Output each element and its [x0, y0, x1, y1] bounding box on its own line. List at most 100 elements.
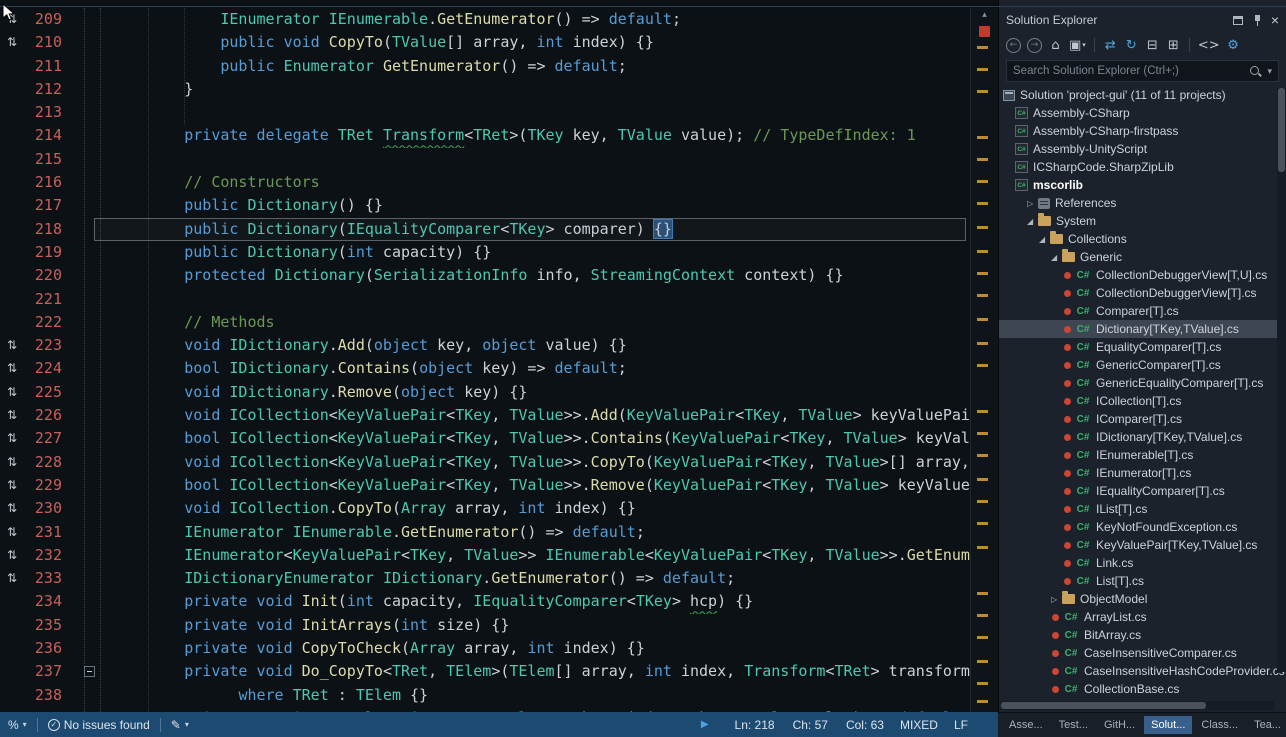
tree-item[interactable]: C#IEnumerator[T].cs	[999, 464, 1286, 482]
code-line[interactable]: 215	[0, 148, 970, 171]
code-line[interactable]: ⇅223 void IDictionary.Add(object key, ob…	[0, 334, 970, 357]
line-number[interactable]: 238	[24, 684, 72, 707]
tree-item[interactable]: C#IComparer[T].cs	[999, 410, 1286, 428]
line-number[interactable]: 232	[24, 544, 72, 567]
show-all-files-button[interactable]: ⊞	[1166, 37, 1181, 53]
tree-item[interactable]: C#Dictionary[TKey,TValue].cs	[999, 320, 1286, 338]
code-line[interactable]: ⇅209 IEnumerator IEnumerable.GetEnumerat…	[0, 8, 970, 31]
chevron-expanded-icon[interactable]: ◢	[1051, 253, 1062, 262]
tree-item[interactable]: ▷ObjectModel	[999, 590, 1286, 608]
column-indicator[interactable]: Col: 63	[846, 718, 884, 732]
line-number[interactable]: 228	[24, 451, 72, 474]
line-number[interactable]: 236	[24, 637, 72, 660]
character-indicator[interactable]: Ch: 57	[793, 718, 828, 732]
line-number[interactable]: 230	[24, 497, 72, 520]
implements-glyph-icon[interactable]: ⇅	[0, 31, 24, 54]
tree-item[interactable]: C#CollectionDebuggerView[T,U].cs	[999, 266, 1286, 284]
splitter-handle-icon[interactable]: ▴	[971, 8, 998, 20]
zoom-control[interactable]: % ▾	[8, 718, 27, 732]
code-line[interactable]: 236 private void CopyToCheck(Array array…	[0, 637, 970, 660]
se-vertical-scrollbar[interactable]	[1277, 88, 1286, 672]
home-button[interactable]: ⌂	[1048, 37, 1063, 53]
issues-indicator[interactable]: No issues found	[48, 718, 150, 732]
code-line[interactable]: ⇅227 bool ICollection<KeyValuePair<TKey,…	[0, 427, 970, 450]
tree-item[interactable]: C#ICollection[T].cs	[999, 392, 1286, 410]
tree-item[interactable]: C#GenericEqualityComparer[T].cs	[999, 374, 1286, 392]
tool-window-tab[interactable]: Test...	[1052, 716, 1095, 734]
pin-icon[interactable]	[1252, 14, 1262, 27]
search-box[interactable]: ▾	[1006, 60, 1279, 82]
refresh-button[interactable]: ↻	[1124, 37, 1139, 53]
code-line[interactable]: 237 private void Do_CopyTo<TRet, TElem>(…	[0, 660, 970, 683]
code-line[interactable]: 238 where TRet : TElem {}	[0, 684, 970, 707]
code-line[interactable]: ⇅228 void ICollection<KeyValuePair<TKey,…	[0, 451, 970, 474]
collapse-all-button[interactable]: ⊟	[1145, 37, 1160, 53]
implements-glyph-icon[interactable]: ⇅	[0, 451, 24, 474]
tree-item[interactable]: C#Assembly-CSharp	[999, 104, 1286, 122]
line-number[interactable]: 221	[24, 288, 72, 311]
tree-item[interactable]: C#CaseInsensitiveHashCodeProvider.cs	[999, 662, 1286, 680]
implements-glyph-icon[interactable]: ⇅	[0, 334, 24, 357]
tree-item[interactable]: C#Comparer[T].cs	[999, 302, 1286, 320]
back-button[interactable]: ←	[1006, 38, 1021, 53]
tree-item[interactable]: C#IDictionary[TKey,TValue].cs	[999, 428, 1286, 446]
code-line[interactable]: ⇅231 IEnumerator IEnumerable.GetEnumerat…	[0, 521, 970, 544]
line-number[interactable]: 218	[24, 218, 72, 241]
line-number[interactable]: 239	[24, 707, 72, 712]
code-line[interactable]: 214 private delegate TRet Transform<TRet…	[0, 124, 970, 147]
search-input[interactable]	[1013, 65, 1249, 77]
play-icon[interactable]: ▶	[701, 719, 709, 730]
line-number[interactable]: 216	[24, 171, 72, 194]
implements-glyph-icon[interactable]: ⇅	[0, 381, 24, 404]
line-number[interactable]: 219	[24, 241, 72, 264]
code-line[interactable]: ⇅232 IEnumerator<KeyValuePair<TKey, TVal…	[0, 544, 970, 567]
tree-item[interactable]: C#CollectionBase.cs	[999, 680, 1286, 698]
implements-glyph-icon[interactable]: ⇅	[0, 567, 24, 590]
code-line[interactable]: 212 }	[0, 78, 970, 101]
line-number[interactable]: 226	[24, 404, 72, 427]
code-line[interactable]: ⇅210 public void CopyTo(TValue[] array, …	[0, 31, 970, 54]
code-line[interactable]: ⇅230 void ICollection.CopyTo(Array array…	[0, 497, 970, 520]
code-line[interactable]: 213	[0, 101, 970, 124]
code-line[interactable]: 218 public Dictionary(IEqualityComparer<…	[0, 218, 970, 241]
line-number[interactable]: 215	[24, 148, 72, 171]
close-icon[interactable]	[1271, 15, 1279, 25]
implements-glyph-icon[interactable]: ⇅	[0, 357, 24, 380]
line-number[interactable]: 211	[24, 55, 72, 78]
line-number[interactable]: 231	[24, 521, 72, 544]
tree-item[interactable]: C#IList[T].cs	[999, 500, 1286, 518]
code-line[interactable]: 211 public Enumerator GetEnumerator() =>…	[0, 55, 970, 78]
code-line[interactable]: ⇅224 bool IDictionary.Contains(object ke…	[0, 357, 970, 380]
line-number[interactable]: 209	[24, 8, 72, 31]
code-line[interactable]: ⇅226 void ICollection<KeyValuePair<TKey,…	[0, 404, 970, 427]
code-line[interactable]: 217 public Dictionary() {}	[0, 194, 970, 217]
tree-item[interactable]: C#Assembly-UnityScript	[999, 140, 1286, 158]
tree-item[interactable]: C#IEqualityComparer[T].cs	[999, 482, 1286, 500]
implements-glyph-icon[interactable]: ⇅	[0, 497, 24, 520]
code-line[interactable]: ⇅225 void IDictionary.Remove(object key)…	[0, 381, 970, 404]
line-number[interactable]: 225	[24, 381, 72, 404]
line-number[interactable]: 224	[24, 357, 72, 380]
line-number[interactable]: 233	[24, 567, 72, 590]
code-line[interactable]: 219 public Dictionary(int capacity) {}	[0, 241, 970, 264]
implements-glyph-icon[interactable]: ⇅	[0, 521, 24, 544]
code-editor[interactable]: ⇅209 IEnumerator IEnumerable.GetEnumerat…	[0, 0, 998, 712]
tree-item[interactable]: C#KeyValuePair[TKey,TValue].cs	[999, 536, 1286, 554]
tree-item[interactable]: C#List[T].cs	[999, 572, 1286, 590]
tool-window-tab[interactable]: GitH...	[1097, 716, 1142, 734]
code-line[interactable]: 234 private void Init(int capacity, IEqu…	[0, 590, 970, 613]
implements-glyph-icon[interactable]: ⇅	[0, 404, 24, 427]
tool-window-tab[interactable]: Solut...	[1144, 716, 1192, 734]
tree-item[interactable]: C#mscorlib	[999, 176, 1286, 194]
tree-item[interactable]: ◢System	[999, 212, 1286, 230]
properties-button[interactable]: ⚙	[1226, 37, 1241, 53]
scrollbar-thumb[interactable]	[1001, 702, 1206, 709]
line-number[interactable]: 229	[24, 474, 72, 497]
tree-item[interactable]: C#KeyNotFoundException.cs	[999, 518, 1286, 536]
tree-item[interactable]: C#Assembly-CSharp-firstpass	[999, 122, 1286, 140]
encoding-indicator[interactable]: MIXED	[900, 718, 938, 732]
tree-item[interactable]: C#IEnumerable[T].cs	[999, 446, 1286, 464]
chevron-expanded-icon[interactable]: ◢	[1039, 235, 1050, 244]
line-number[interactable]: 222	[24, 311, 72, 334]
sync-with-active-document-button[interactable]: ⇄	[1103, 37, 1118, 53]
